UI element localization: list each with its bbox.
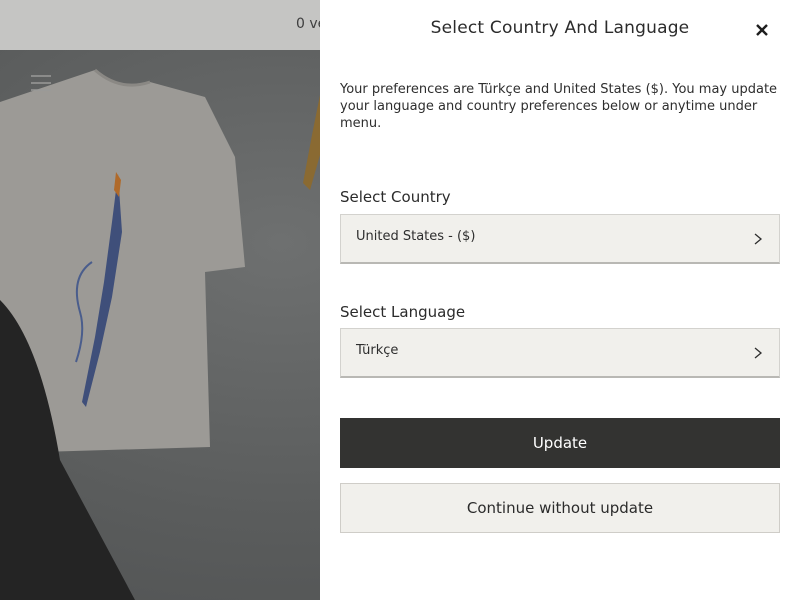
country-label: Select Country <box>340 188 451 206</box>
continue-without-update-button[interactable]: Continue without update <box>340 483 780 533</box>
page: 0 ve Select Country And Language Your pr… <box>0 0 800 600</box>
country-select[interactable]: United States - ($) <box>340 214 780 264</box>
preferences-description: Your preferences are Türkçe and United S… <box>340 82 778 131</box>
chevron-right-icon <box>754 233 763 245</box>
update-button[interactable]: Update <box>340 418 780 468</box>
language-value: Türkçe <box>356 343 399 358</box>
language-select[interactable]: Türkçe <box>340 328 780 378</box>
hamburger-menu-icon[interactable] <box>30 73 52 93</box>
country-value: United States - ($) <box>356 229 476 244</box>
panel-title: Select Country And Language <box>430 18 690 38</box>
country-language-panel: Select Country And Language Your prefere… <box>320 0 800 600</box>
close-icon[interactable] <box>752 20 772 40</box>
dark-garment-image <box>0 300 135 600</box>
language-label: Select Language <box>340 303 466 321</box>
chevron-right-icon <box>754 347 763 359</box>
orange-garment-image <box>303 95 320 190</box>
